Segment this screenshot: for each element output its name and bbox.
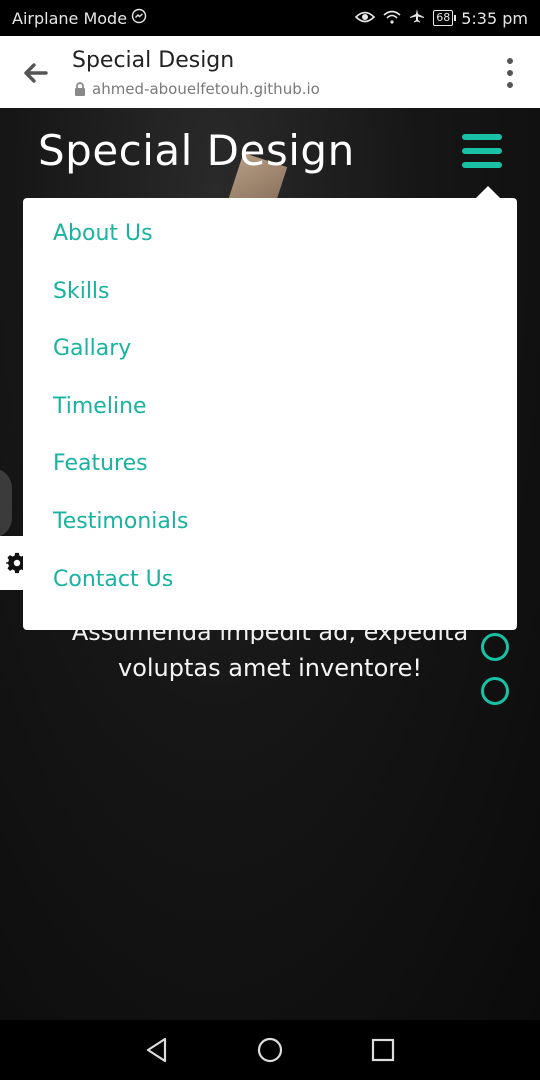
menu-item-features[interactable]: Features bbox=[53, 451, 517, 509]
hamburger-bar bbox=[462, 134, 502, 140]
clock-time: 5:35 pm bbox=[461, 8, 528, 28]
menu-item-contact-us[interactable]: Contact Us bbox=[53, 567, 517, 625]
airplane-icon bbox=[409, 8, 425, 28]
web-page: Special Design Assumenda impedit ad, exp… bbox=[0, 108, 540, 1020]
wifi-icon bbox=[383, 9, 401, 28]
battery-icon: 68 bbox=[433, 10, 457, 26]
messenger-icon bbox=[131, 8, 147, 28]
status-right: 68 5:35 pm bbox=[355, 8, 528, 28]
page-title: Special Design bbox=[72, 48, 235, 73]
background-shape bbox=[0, 468, 12, 538]
eye-icon bbox=[355, 9, 376, 28]
nav-home-button[interactable] bbox=[250, 1030, 290, 1070]
url-text: ahmed-abouelfetouh.github.io bbox=[92, 80, 320, 98]
hamburger-bar bbox=[462, 148, 502, 154]
nav-back-button[interactable] bbox=[137, 1030, 177, 1070]
hamburger-bar bbox=[462, 162, 502, 168]
hamburger-menu-icon[interactable] bbox=[462, 134, 502, 168]
menu-caret bbox=[476, 186, 500, 198]
menu-item-timeline[interactable]: Timeline bbox=[53, 394, 517, 452]
nav-dropdown-menu: About Us Skills Gallary Timeline Feature… bbox=[23, 198, 517, 630]
slider-bullet[interactable] bbox=[481, 677, 509, 705]
menu-item-gallary[interactable]: Gallary bbox=[53, 336, 517, 394]
lock-icon bbox=[75, 82, 85, 96]
status-bar: Airplane Mode 68 5:35 pm bbox=[0, 0, 540, 36]
recents-square-icon bbox=[372, 1038, 395, 1062]
overflow-menu-button[interactable] bbox=[506, 58, 514, 88]
home-circle-icon bbox=[257, 1037, 283, 1063]
back-button[interactable] bbox=[18, 56, 52, 90]
site-logo[interactable]: Special Design bbox=[38, 126, 355, 175]
menu-item-about-us[interactable]: About Us bbox=[53, 221, 517, 279]
back-triangle-icon bbox=[146, 1037, 166, 1063]
browser-bar: Special Design ahmed-abouelfetouh.github… bbox=[0, 36, 540, 108]
hero-text-line-2: voluptas amet inventore! bbox=[117, 654, 423, 682]
android-nav-bar bbox=[0, 1020, 540, 1080]
dot bbox=[507, 82, 513, 88]
airplane-mode-text: Airplane Mode bbox=[12, 8, 128, 28]
arrow-left-icon bbox=[24, 63, 48, 83]
nav-recents-button[interactable] bbox=[363, 1030, 403, 1070]
page-url[interactable]: ahmed-abouelfetouh.github.io bbox=[74, 80, 320, 98]
status-left: Airplane Mode bbox=[12, 8, 147, 28]
menu-item-skills[interactable]: Skills bbox=[53, 279, 517, 337]
slider-bullet[interactable] bbox=[481, 633, 509, 661]
dot bbox=[507, 58, 513, 64]
dot bbox=[507, 70, 513, 76]
menu-item-testimonials[interactable]: Testimonials bbox=[53, 509, 517, 567]
